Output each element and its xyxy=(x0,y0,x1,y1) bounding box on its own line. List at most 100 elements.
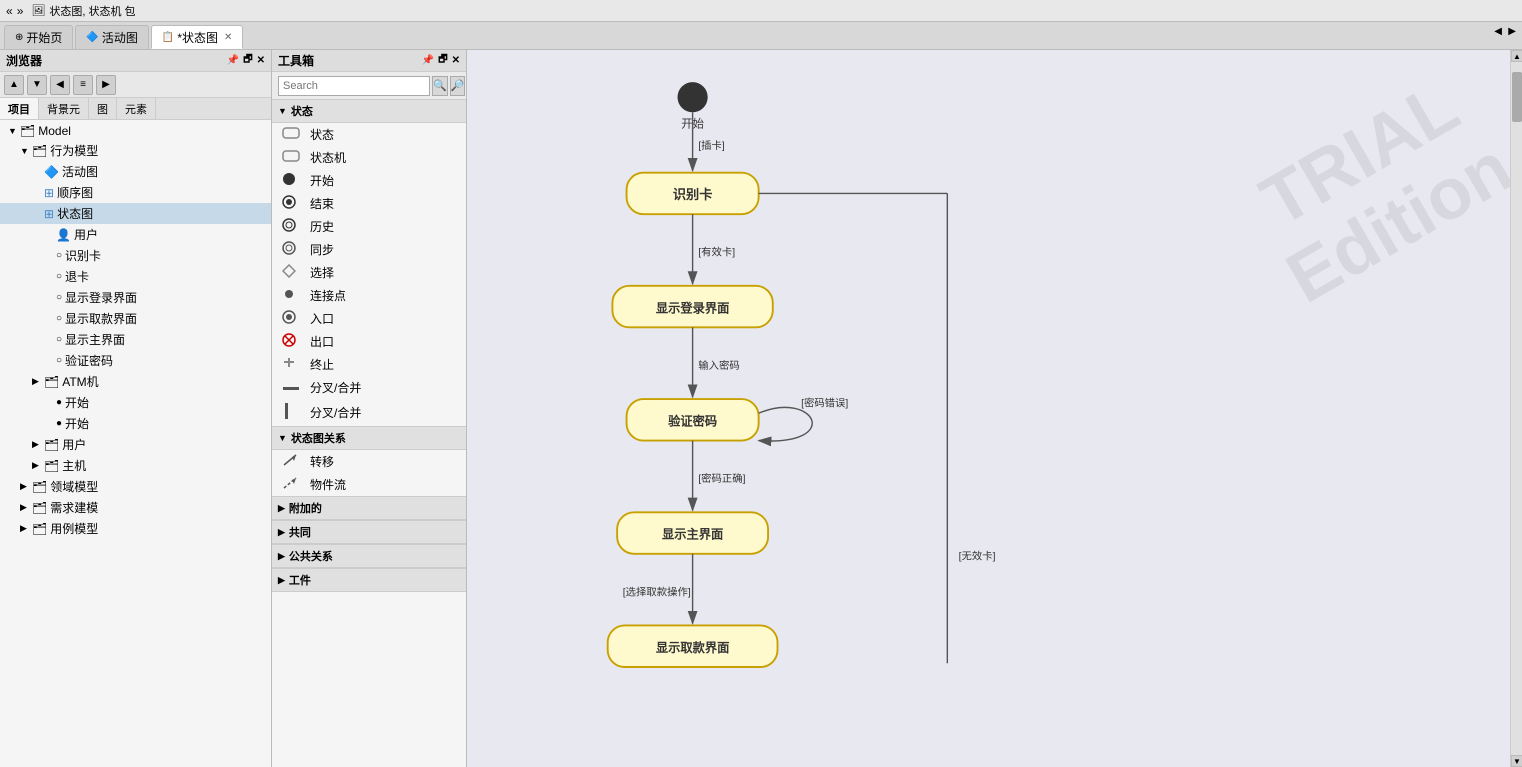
end-icon xyxy=(282,195,304,212)
browser-tab-project[interactable]: 项目 xyxy=(0,98,39,119)
toolbox-item-state[interactable]: 状态 xyxy=(272,123,466,146)
tab-statechart-icon: 📋 xyxy=(162,32,174,43)
tree-item-host[interactable]: ▶ 🗂 主机 xyxy=(0,455,271,476)
toolbox-section-tools-header[interactable]: ▶ 工件 xyxy=(272,568,466,592)
browser-tab-background[interactable]: 背景元 xyxy=(39,98,89,119)
search-btn[interactable]: 🔍 xyxy=(432,76,448,96)
tree-item-start1[interactable]: ● 开始 xyxy=(0,392,271,413)
state-item-label: 状态 xyxy=(310,126,334,143)
tree-item-statechart[interactable]: ⊞ 状态图 xyxy=(0,203,271,224)
common-section-label: 共同 xyxy=(289,524,311,540)
tree-item-showlogin[interactable]: ○ 显示登录界面 xyxy=(0,287,271,308)
transition-item-label: 转移 xyxy=(310,453,334,470)
toolbox-item-start[interactable]: 开始 xyxy=(272,169,466,192)
tab-activity[interactable]: 🔷 活动图 xyxy=(75,25,148,49)
atm-label: ATM机 xyxy=(62,373,98,390)
tree-item-withdraw[interactable]: ○ 退卡 xyxy=(0,266,271,287)
tree-item-showmain[interactable]: ○ 显示主界面 xyxy=(0,329,271,350)
toolbox-close-icon[interactable]: ✕ xyxy=(452,55,460,66)
toolbox-item-sync[interactable]: 同步 xyxy=(272,238,466,261)
tab-bar: ⊕ 开始页 🔷 活动图 📋 *状态图 ✕ ◀ ▶ xyxy=(0,22,1522,50)
toolbox-item-entry[interactable]: 入口 xyxy=(272,307,466,330)
close-browser-icon[interactable]: ✕ xyxy=(257,55,265,66)
toolbox-item-terminate[interactable]: 终止 xyxy=(272,353,466,376)
tree-item-verify[interactable]: ○ 验证密码 xyxy=(0,350,271,371)
toolbox-section-relations-header[interactable]: ▼ 状态图关系 xyxy=(272,426,466,450)
idcard-label: 识别卡 xyxy=(65,247,101,264)
relations-section-label: 状态图关系 xyxy=(291,430,346,446)
tree-item-usecase[interactable]: ▶ 🗂 用例模型 xyxy=(0,518,271,539)
svg-text:[有效卡]: [有效卡] xyxy=(698,246,735,259)
toolbox-item-flow[interactable]: 物件流 xyxy=(272,473,466,496)
browser-panel-header: 浏览器 📌 🗗 ✕ xyxy=(0,50,271,72)
undock-icon[interactable]: 🗗 xyxy=(243,52,252,69)
toolbox-search-input[interactable] xyxy=(278,76,430,96)
tools-section-label: 工件 xyxy=(289,572,311,588)
choice-icon xyxy=(282,264,304,281)
toolbox-section-common-header[interactable]: ▶ 共同 xyxy=(272,520,466,544)
vertical-scrollbar[interactable]: ▲ ▼ xyxy=(1510,50,1522,767)
nav-back-btn[interactable]: « xyxy=(6,4,13,18)
tree-item-model[interactable]: ▼ 🗂 Model xyxy=(0,122,271,140)
tab-close-btn[interactable]: ✕ xyxy=(224,32,232,43)
tree-item-requirements[interactable]: ▶ 🗂 需求建模 xyxy=(0,497,271,518)
tab-start[interactable]: ⊕ 开始页 xyxy=(4,25,73,49)
showlogin-icon: ○ xyxy=(56,292,62,303)
diagram-header-bar: « » 🖼 状态图, 状态机 包 xyxy=(0,0,1522,22)
scroll-thumb[interactable] xyxy=(1512,72,1522,122)
tree-item-atm[interactable]: ▶ 🗂 ATM机 xyxy=(0,371,271,392)
svg-text:[选择取款操作]: [选择取款操作] xyxy=(623,585,691,598)
nav-expand-btn[interactable]: ◀ xyxy=(50,75,70,95)
toolbox-section-tools: ▶ 工件 xyxy=(272,568,466,592)
browser-tab-element[interactable]: 元素 xyxy=(117,98,156,119)
toolbox-pin-icon[interactable]: 📌 xyxy=(422,55,434,66)
search-advanced-btn[interactable]: 🔎 xyxy=(450,76,466,96)
tree-item-sequence[interactable]: ⊞ 顺序图 xyxy=(0,182,271,203)
tree-item-user[interactable]: 👤 用户 xyxy=(0,224,271,245)
toolbox-undock-icon[interactable]: 🗗 xyxy=(438,52,447,69)
start2-icon: ● xyxy=(56,418,62,429)
tree-item-domain[interactable]: ▶ 🗂 领域模型 xyxy=(0,476,271,497)
toolbox-item-fork2[interactable]: 分叉/合并 xyxy=(272,399,466,426)
browser-title: 浏览器 xyxy=(6,52,227,69)
pin-icon[interactable]: 📌 xyxy=(227,55,239,66)
nav-forward-btn[interactable]: ▶ xyxy=(96,75,116,95)
toolbox-item-statemachine[interactable]: 状态机 xyxy=(272,146,466,169)
showlogin-label: 显示登录界面 xyxy=(65,289,137,306)
toolbox-item-fork1[interactable]: 分叉/合并 xyxy=(272,376,466,399)
diagram-icon: 🖼 xyxy=(31,4,45,17)
tree-item-usernode[interactable]: ▶ 🗂 用户 xyxy=(0,434,271,455)
toolbox-section-publicrelations-header[interactable]: ▶ 公共关系 xyxy=(272,544,466,568)
toolbox-item-choice[interactable]: 选择 xyxy=(272,261,466,284)
nav-down-btn[interactable]: ▼ xyxy=(27,75,47,95)
scroll-up-btn[interactable]: ▲ xyxy=(1511,50,1522,62)
diagram-area[interactable]: TRIAL Edition 开始 [插卡] 识别卡 [有效卡] 显示登录界面 输… xyxy=(467,50,1522,767)
tree-item-showwithdraw[interactable]: ○ 显示取款界面 xyxy=(0,308,271,329)
choice-item-label: 选择 xyxy=(310,264,334,281)
toolbox-item-transition[interactable]: 转移 xyxy=(272,450,466,473)
toolbox-section-state-header[interactable]: ▼ 状态 xyxy=(272,100,466,123)
nav-forward-btn[interactable]: » xyxy=(17,4,24,18)
nav-up-btn[interactable]: ▲ xyxy=(4,75,24,95)
tree-item-activity[interactable]: 🔷 活动图 xyxy=(0,161,271,182)
browser-tab-diagram[interactable]: 图 xyxy=(89,98,117,119)
tab-nav-left[interactable]: ◀ xyxy=(1494,26,1502,37)
toolbox-item-connection[interactable]: 连接点 xyxy=(272,284,466,307)
tree-item-start2[interactable]: ● 开始 xyxy=(0,413,271,434)
toolbox-item-history[interactable]: 历史 xyxy=(272,215,466,238)
tree-item-idcard[interactable]: ○ 识别卡 xyxy=(0,245,271,266)
tree-item-behavior[interactable]: ▼ 🗂 行为模型 xyxy=(0,140,271,161)
tab-statechart[interactable]: 📋 *状态图 ✕ xyxy=(151,25,244,49)
nav-menu-btn[interactable]: ≡ xyxy=(73,75,93,95)
fork2-item-label: 分叉/合并 xyxy=(310,404,361,421)
end-item-label: 结束 xyxy=(310,195,334,212)
usecase-label: 用例模型 xyxy=(50,520,98,537)
activity-icon: 🔷 xyxy=(44,165,59,179)
toolbox-section-additional-header[interactable]: ▶ 附加的 xyxy=(272,496,466,520)
start-node[interactable] xyxy=(678,82,708,112)
showlogin-node-label: 显示登录界面 xyxy=(656,300,730,315)
toolbox-item-exit[interactable]: 出口 xyxy=(272,330,466,353)
toolbox-item-end[interactable]: 结束 xyxy=(272,192,466,215)
tab-nav-right[interactable]: ▶ xyxy=(1508,26,1516,37)
scroll-down-btn[interactable]: ▼ xyxy=(1511,755,1522,767)
